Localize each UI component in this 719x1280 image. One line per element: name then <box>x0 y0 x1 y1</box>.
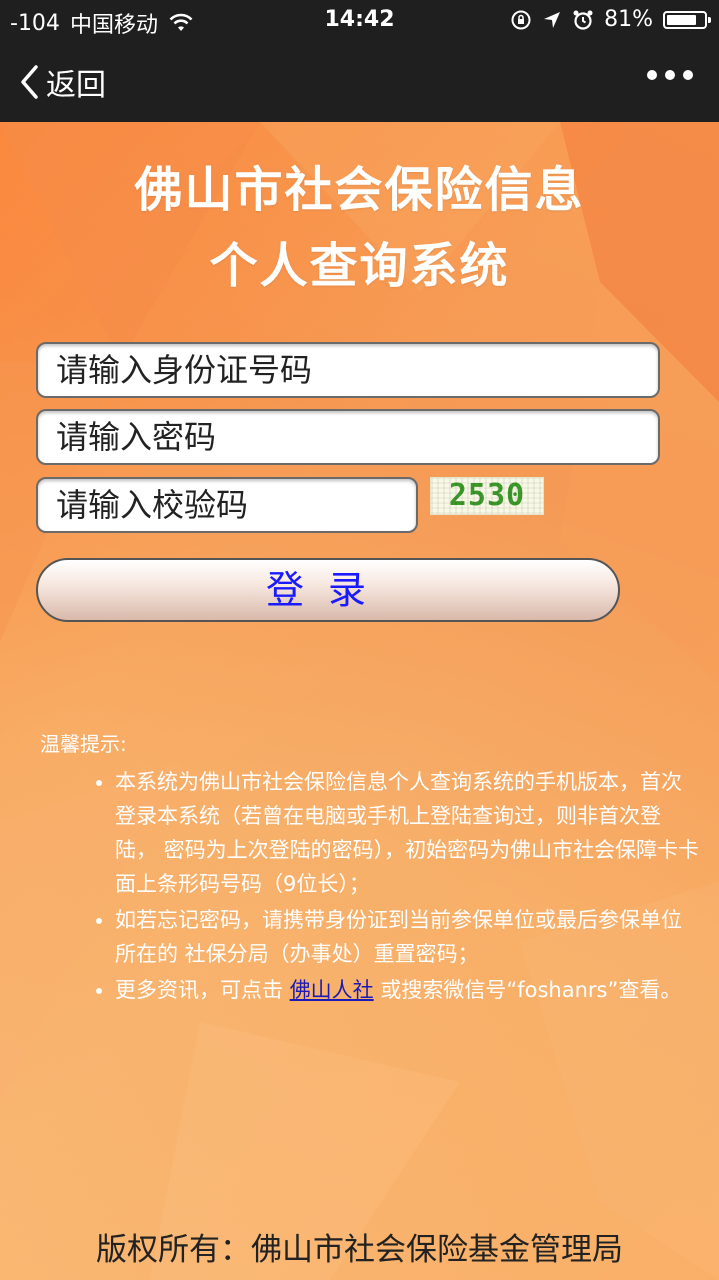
login-button[interactable]: 登录 <box>36 558 620 622</box>
id-number-input[interactable]: 请输入身份证号码 <box>36 342 660 398</box>
tips-item: 本系统为佛山市社会保险信息个人查询系统的手机版本，首次登录本系统（若曾在电脑或手… <box>115 765 700 901</box>
status-right: 81% <box>510 7 711 32</box>
tips-section: 温馨提示: 本系统为佛山市社会保险信息个人查询系统的手机版本，首次登录本系统（若… <box>40 728 700 1009</box>
rotation-lock-icon <box>511 10 531 29</box>
page-title-line1: 佛山市社会保险信息 <box>134 162 585 218</box>
tips-item: 更多资讯，可点击 佛山人社 或搜索微信号“foshanrs”查看。 <box>115 973 700 1007</box>
chevron-left-icon <box>21 65 38 99</box>
battery-fill <box>667 14 697 25</box>
copyright-footer: 版权所有：佛山市社会保险基金管理局 <box>96 1232 623 1268</box>
back-button[interactable]: 返回 <box>18 60 106 104</box>
nav-bar: 返回 <box>0 40 719 122</box>
alarm-icon <box>573 10 593 30</box>
battery-icon <box>663 10 711 29</box>
battery-percent: 81% <box>604 7 653 32</box>
foshan-renshe-link[interactable]: 佛山人社 <box>290 978 374 1002</box>
tips-list: 本系统为佛山市社会保险信息个人查询系统的手机版本，首次登录本系统（若曾在电脑或手… <box>40 765 700 1007</box>
page-title-line2: 个人查询系统 <box>209 238 510 294</box>
login-page: 佛山市社会保险信息 个人查询系统 请输入身份证号码 请输入密码 请输入校验码 2… <box>0 122 719 1280</box>
status-bar: -104 中国移动 14:42 81% <box>0 0 719 40</box>
location-arrow-icon <box>544 11 561 28</box>
tips-item: 如若忘记密码，请携带身份证到当前参保单位或最后参保单位所在的 社保分局（办事处）… <box>115 903 700 971</box>
captcha-image[interactable]: 2530 <box>430 477 544 515</box>
tips-item3-prefix: 更多资讯，可点击 <box>115 978 290 1002</box>
tips-title: 温馨提示: <box>40 732 127 756</box>
tips-item3-suffix: 或搜索微信号“foshanrs”查看。 <box>373 978 682 1002</box>
more-dots-icon[interactable] <box>647 70 693 80</box>
captcha-input[interactable]: 请输入校验码 <box>36 477 418 533</box>
back-label: 返回 <box>46 68 106 103</box>
password-input[interactable]: 请输入密码 <box>36 409 660 465</box>
